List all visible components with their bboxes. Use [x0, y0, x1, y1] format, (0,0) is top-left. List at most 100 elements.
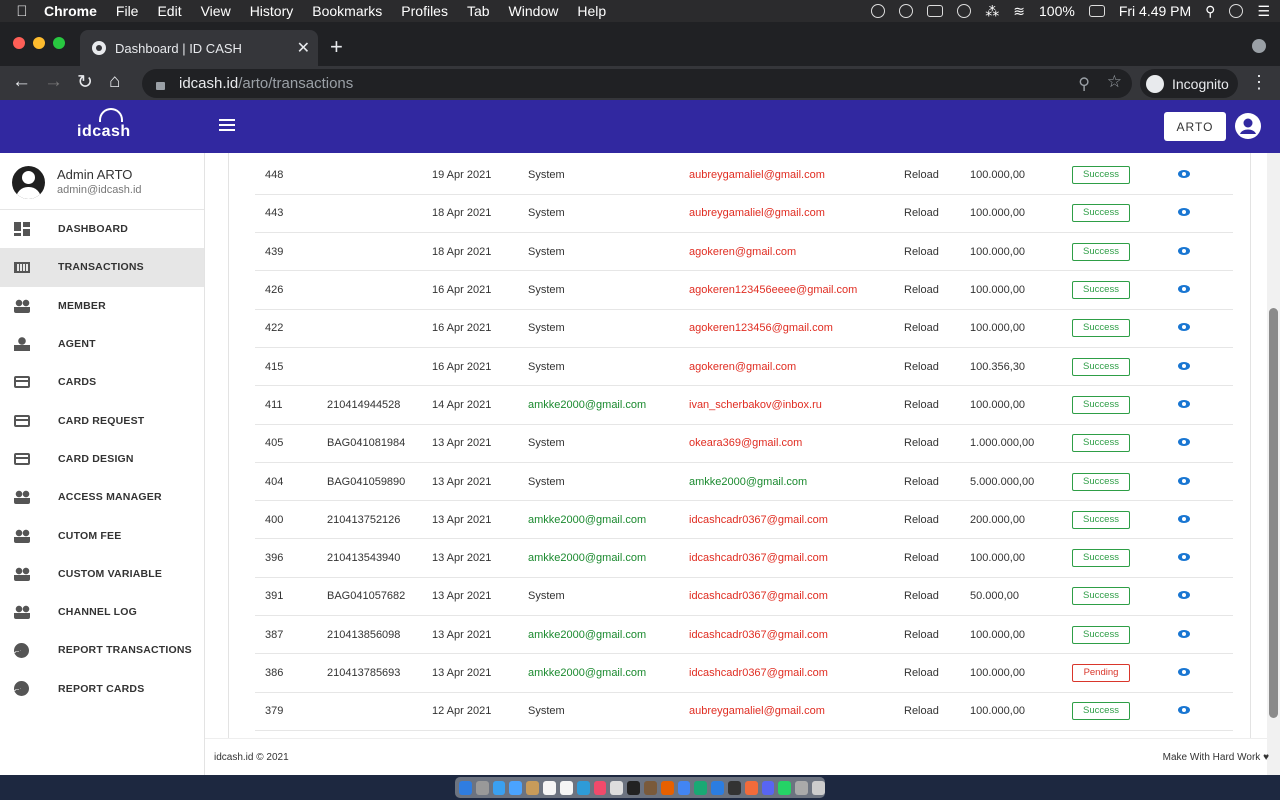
address-bar[interactable]: idcash.id/arto/transactions ⚲ ☆ [142, 69, 1132, 98]
minimize-window-button[interactable] [33, 37, 45, 49]
code-editor-icon[interactable] [694, 780, 708, 795]
apple-icon[interactable]:  [0, 3, 44, 20]
chrome-menu-icon[interactable]: ⋮ [1250, 72, 1268, 93]
cell-action [1172, 615, 1233, 655]
cell-id-text: 387 [265, 628, 284, 641]
help-icon[interactable] [795, 780, 809, 795]
cloud-upload-icon[interactable] [899, 4, 914, 18]
incognito-badge[interactable]: Incognito [1140, 69, 1238, 98]
scrollbar-thumb[interactable] [1269, 308, 1278, 718]
eye-icon[interactable] [1178, 285, 1190, 294]
sidebar-item-dashboard[interactable]: DASHBOARD [0, 210, 204, 248]
terminal-icon[interactable] [627, 780, 640, 795]
menu-help[interactable]: Help [577, 3, 606, 19]
browser-tab[interactable]: Dashboard | ID CASH ✕ [80, 30, 318, 66]
finder-icon[interactable] [459, 780, 472, 795]
eye-icon[interactable] [1178, 476, 1190, 485]
creative-cloud-icon[interactable] [871, 4, 886, 18]
sidebar-item-card-request[interactable]: CARD REQUEST [0, 401, 204, 439]
sidebar-item-transactions[interactable]: TRANSACTIONS [0, 248, 204, 287]
battery-icon[interactable] [1088, 5, 1105, 17]
menu-tab[interactable]: Tab [467, 3, 490, 19]
postman-icon[interactable] [744, 780, 758, 795]
forward-arrow-icon[interactable]: → [44, 71, 63, 93]
eye-icon[interactable] [1178, 591, 1190, 600]
page-scrollbar[interactable] [1267, 153, 1280, 775]
messages-icon[interactable] [576, 780, 590, 795]
launchpad-icon[interactable] [475, 780, 489, 795]
eye-icon[interactable] [1178, 361, 1190, 370]
idcash-logo[interactable]: idcash [77, 108, 131, 141]
menu-edit[interactable]: Edit [157, 3, 181, 19]
sequel-icon[interactable] [643, 780, 657, 795]
menu-history[interactable]: History [250, 3, 294, 19]
eye-icon[interactable] [1178, 668, 1190, 676]
trash-icon[interactable] [812, 780, 825, 795]
battery-percent[interactable]: 100% [1039, 3, 1075, 19]
new-tab-button[interactable]: + [330, 34, 343, 60]
notes-app-icon[interactable] [526, 780, 540, 795]
vpn-icon[interactable] [927, 5, 944, 17]
sidebar-item-custom-fee[interactable]: CUTOM FEE [0, 516, 204, 554]
hamburger-menu-icon[interactable] [219, 119, 235, 134]
menu-bookmarks[interactable]: Bookmarks [312, 3, 382, 19]
close-window-button[interactable] [13, 37, 25, 49]
control-center-icon[interactable]: ☰ [1257, 3, 1270, 20]
eye-icon[interactable] [1178, 169, 1190, 178]
siri-icon[interactable] [1229, 4, 1244, 18]
menu-clock[interactable]: Fri 4.49 PM [1119, 3, 1191, 19]
home-icon[interactable]: ⌂ [109, 71, 120, 93]
sidebar-item-report-cards[interactable]: REPORT CARDS [0, 670, 204, 708]
unity-icon[interactable] [728, 780, 741, 795]
tab-close-icon[interactable]: ✕ [297, 38, 310, 58]
sidebar-item-label: CARD DESIGN [58, 452, 134, 465]
sidebar-item-custom-variable[interactable]: CUSTOM VARIABLE [0, 555, 204, 593]
eye-icon[interactable] [1178, 246, 1190, 255]
fullscreen-window-button[interactable] [53, 37, 65, 49]
chrome-icon[interactable] [677, 780, 691, 795]
menu-app-name[interactable]: Chrome [44, 3, 97, 19]
vscode-icon[interactable] [711, 780, 724, 795]
bookmark-star-icon[interactable]: ☆ [1107, 72, 1122, 92]
menu-file[interactable]: File [116, 3, 139, 19]
account-avatar-icon[interactable] [1234, 112, 1262, 140]
eye-icon[interactable] [1178, 208, 1190, 217]
music-icon[interactable] [593, 780, 607, 795]
sidebar-item-channel-log[interactable]: CHANNEL LOG [0, 593, 204, 631]
document-icon[interactable] [543, 780, 556, 795]
discord-icon[interactable] [761, 780, 775, 795]
sidebar-item-member[interactable]: MEMBER [0, 287, 204, 325]
back-arrow-icon[interactable]: ← [12, 71, 31, 93]
eye-icon[interactable] [1178, 629, 1190, 638]
eye-icon[interactable] [1178, 706, 1190, 715]
menu-profiles[interactable]: Profiles [401, 3, 448, 19]
sidebar-item-agent[interactable]: AGENT [0, 325, 204, 363]
eye-icon[interactable] [1178, 553, 1190, 562]
zoom-icon[interactable]: ⚲ [1078, 74, 1090, 94]
sidebar-item-cards[interactable]: CARDS [0, 363, 204, 401]
eye-icon[interactable] [1178, 323, 1190, 332]
arto-button[interactable]: ARTO [1164, 112, 1226, 141]
wifi-icon[interactable]: ≋ [1013, 3, 1025, 20]
tab-search-icon[interactable] [1252, 39, 1266, 53]
safari-icon[interactable] [492, 780, 506, 795]
sidebar-item-access-manager[interactable]: ACCESS MANAGER [0, 478, 204, 516]
sidebar-item-card-design[interactable]: CARD DESIGN [0, 440, 204, 478]
lock-icon[interactable] [156, 81, 165, 90]
time-machine-icon[interactable] [957, 4, 972, 18]
app-store-icon[interactable] [509, 780, 523, 795]
sidebar-item-report-transactions[interactable]: REPORT TRANSACTIONS [0, 631, 204, 669]
bluetooth-icon[interactable]: ⁂ [985, 3, 999, 20]
firefox-icon[interactable] [660, 780, 674, 795]
spotlight-search-icon[interactable]: ⚲ [1205, 3, 1215, 20]
menu-window[interactable]: Window [509, 3, 559, 19]
whatsapp-icon[interactable] [778, 780, 792, 795]
eye-icon[interactable] [1178, 514, 1190, 523]
eye-icon[interactable] [1178, 438, 1190, 447]
reload-icon[interactable]: ↻ [77, 71, 93, 94]
preview-icon[interactable] [610, 780, 624, 795]
eye-icon[interactable] [1178, 399, 1190, 408]
menu-view[interactable]: View [201, 3, 231, 19]
sidebar-item-label: CARD REQUEST [58, 414, 145, 427]
textedit-icon[interactable] [559, 780, 573, 795]
